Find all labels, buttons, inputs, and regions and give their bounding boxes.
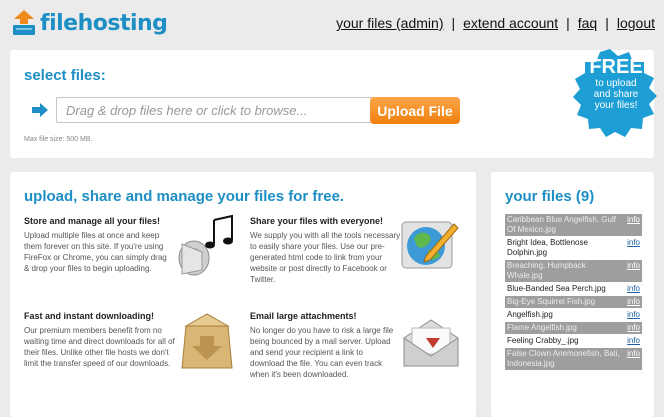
- free-big-text: FREE: [589, 56, 643, 78]
- file-row: False Clown Anemonefish, Bali, Indonesia…: [505, 348, 642, 370]
- upload-panel: select files: Upload File Max file size:…: [10, 50, 654, 158]
- feature-heading: Email large attachments!: [250, 311, 357, 321]
- file-info-link[interactable]: info: [627, 238, 640, 248]
- file-name: Blue-Banded Sea Perch.jpg: [507, 284, 606, 293]
- file-name: Flame Angelfish.jpg: [507, 323, 577, 332]
- envelope-icon: [403, 319, 459, 367]
- file-info-link[interactable]: info: [627, 297, 640, 307]
- free-line-2: and share: [593, 89, 639, 100]
- file-row: Blue-Banded Sea Perch.jpg info: [505, 283, 642, 295]
- file-info-link[interactable]: info: [627, 261, 640, 271]
- file-name: Caribbean Blue Angelfish, Gulf Of Mexico…: [507, 215, 616, 234]
- logo-text: filehosting: [40, 10, 168, 36]
- max-file-size: Max file size: 500 MB.: [24, 136, 93, 143]
- feature-body: Our premium members benefit from no wait…: [24, 326, 175, 368]
- your-files-title: your files (9): [505, 188, 595, 205]
- feature-heading: Share your files with everyone!: [250, 216, 384, 226]
- file-info-link[interactable]: info: [627, 336, 640, 346]
- nav-extend-account[interactable]: extend account: [463, 15, 558, 31]
- nav-separator: |: [451, 15, 456, 31]
- file-row: Feeling Crabby_.jpg info: [505, 335, 642, 347]
- feature-body: Upload multiple files at once and keep t…: [24, 231, 167, 273]
- features-panel: upload, share and manage your files for …: [10, 172, 476, 417]
- file-name: Feeling Crabby_.jpg: [507, 336, 579, 345]
- free-line-3: your files!: [594, 100, 638, 111]
- feature-heading: Fast and instant downloading!: [24, 311, 154, 321]
- feature-email: Email large attachments! No longer do yo…: [250, 311, 398, 380]
- nav-faq[interactable]: faq: [578, 15, 597, 31]
- feature-share: Share your files with everyone! We suppl…: [250, 216, 402, 285]
- feature-body: No longer do you have to risk a large fi…: [250, 326, 394, 379]
- file-name: Angelfish.jpg: [507, 310, 553, 319]
- free-badge: FREE to upload and share your files!: [571, 56, 661, 111]
- feature-download: Fast and instant downloading! Our premiu…: [24, 311, 180, 369]
- file-info-link[interactable]: info: [627, 284, 640, 294]
- feature-store: Store and manage all your files! Upload …: [24, 216, 174, 274]
- select-files-title: select files:: [24, 67, 106, 84]
- music-speaker-icon: [178, 214, 233, 276]
- your-files-panel: your files (9) Caribbean Blue Angelfish,…: [491, 172, 654, 417]
- download-box-icon: [181, 313, 233, 369]
- file-name: False Clown Anemonefish, Bali, Indonesia…: [507, 349, 620, 368]
- file-name: Breaching, Humpback Whale.jpg: [507, 261, 586, 280]
- upload-file-button[interactable]: Upload File: [370, 97, 460, 124]
- logo[interactable]: filehosting: [12, 8, 168, 38]
- file-row: Big-Eye Squirrel Fish.jpg info: [505, 296, 642, 308]
- nav-separator: |: [566, 15, 570, 31]
- arrow-right-icon: [32, 103, 48, 117]
- globe-pencil-icon: [401, 221, 459, 269]
- file-list: Caribbean Blue Angelfish, Gulf Of Mexico…: [505, 214, 642, 371]
- file-info-link[interactable]: info: [627, 349, 640, 359]
- file-name: Bright Idea, Bottlenose Dolphin.jpg: [507, 238, 588, 257]
- file-row: Caribbean Blue Angelfish, Gulf Of Mexico…: [505, 214, 642, 236]
- feature-heading: Store and manage all your files!: [24, 216, 161, 226]
- file-info-link[interactable]: info: [627, 310, 640, 320]
- upload-box-icon: [13, 10, 35, 35]
- free-line-1: to upload: [595, 78, 637, 89]
- features-title: upload, share and manage your files for …: [24, 188, 345, 205]
- nav-separator: |: [605, 15, 609, 31]
- file-row: Breaching, Humpback Whale.jpg info: [505, 260, 642, 282]
- file-row: Flame Angelfish.jpg info: [505, 322, 642, 334]
- file-row: Bright Idea, Bottlenose Dolphin.jpg info: [505, 237, 642, 259]
- file-name: Big-Eye Squirrel Fish.jpg: [507, 297, 596, 306]
- nav-your-files[interactable]: your files (admin): [336, 15, 443, 31]
- file-row: Angelfish.jpg info: [505, 309, 642, 321]
- feature-body: We supply you with all the tools necessa…: [250, 231, 401, 284]
- nav-logout[interactable]: logout: [617, 15, 655, 31]
- file-info-link[interactable]: info: [627, 323, 640, 333]
- file-info-link[interactable]: info: [627, 215, 640, 225]
- file-drop-input[interactable]: [56, 97, 374, 123]
- top-nav: your files (admin) | extend account | fa…: [336, 15, 655, 31]
